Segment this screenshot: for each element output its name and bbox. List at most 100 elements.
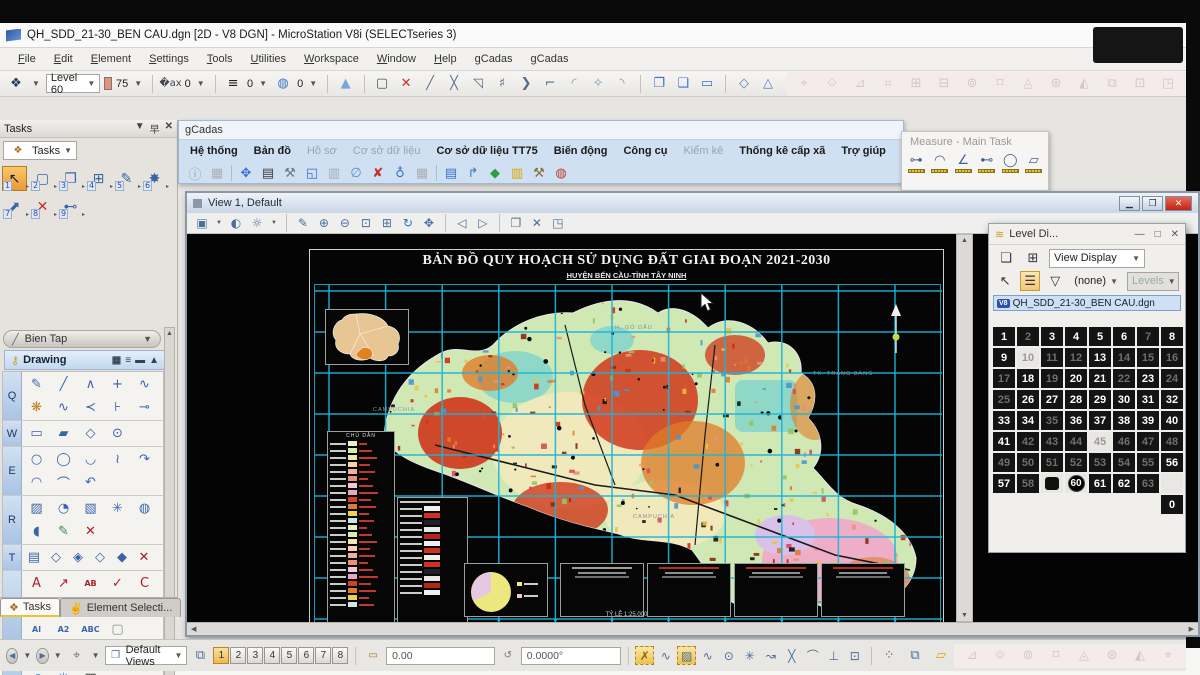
level-cell-40[interactable]: 40 (1161, 411, 1183, 430)
folder-icon[interactable]: ▤ (260, 163, 276, 183)
view-toggle-2[interactable]: 2 (230, 647, 246, 664)
tasks-close-icon[interactable]: ✕ (165, 121, 173, 136)
view-layout-icon[interactable]: ◳ (549, 214, 567, 232)
transparency-icon[interactable]: ◍ (273, 74, 293, 94)
menu-item-window[interactable]: Window (369, 51, 424, 67)
view-previous-icon[interactable]: ◁ (453, 214, 471, 232)
menu-item-utilities[interactable]: Utilities (243, 51, 294, 67)
hide-icon[interactable]: ∅ (348, 163, 364, 183)
tool-icon[interactable]: ∧ (77, 373, 104, 396)
level-cell-35[interactable]: 35 (1041, 411, 1063, 430)
info-icon[interactable]: ⓘ (187, 163, 203, 183)
columns-icon[interactable]: ▥ (326, 163, 342, 183)
style-dropdown[interactable]: ▼ (195, 79, 207, 88)
view-attributes-icon[interactable]: ▣ (193, 214, 211, 232)
forward-dropdown[interactable]: ▼ (52, 651, 64, 660)
users-icon[interactable]: ✥ (238, 163, 254, 183)
level-cell-26[interactable]: 26 (1017, 390, 1039, 409)
angle-field[interactable]: 0.0000° (521, 647, 621, 665)
tools-icon[interactable]: ⚒ (531, 163, 547, 183)
tool-icon[interactable]: ▭ (23, 422, 50, 445)
drawing-section-bar[interactable]: ⚷ Drawing ▦ ≡ ▬ ▲ (4, 350, 166, 370)
tool-icon[interactable]: ✓ (104, 572, 131, 595)
level-cell-empty[interactable] (1161, 474, 1183, 493)
bisector-snap-icon[interactable]: ↝ (761, 646, 780, 665)
brightness-icon[interactable]: ☼ (248, 214, 266, 232)
app-title-bar[interactable]: QH_SDD_21-30_BEN CAU.dgn [2D - V8 DGN] -… (0, 23, 1186, 48)
level-cell-3[interactable]: 3 (1041, 327, 1063, 346)
drawing-collapse-icon[interactable]: ▲ (149, 355, 159, 366)
columns-yellow-icon[interactable]: ▥ (509, 163, 525, 183)
nearest-snap-icon[interactable]: ∿ (656, 646, 675, 665)
fillet-icon[interactable]: ◜ (564, 74, 584, 94)
drop-element-tool[interactable]: ✸6 (142, 166, 167, 191)
tool-icon[interactable]: ≀ (104, 448, 131, 471)
level-cell-28[interactable]: 28 (1065, 390, 1087, 409)
tool-icon[interactable]: ◡ (77, 448, 104, 471)
active-element-template-icon[interactable]: ❖ (6, 74, 26, 94)
origin-snap-icon[interactable]: ✳ (740, 646, 759, 665)
bien-tap-collapse-icon[interactable]: ▼ (143, 334, 152, 344)
view-toggle-7[interactable]: 7 (315, 647, 331, 664)
level-cell-22[interactable]: 22 (1113, 369, 1135, 388)
level-cell-54[interactable]: 54 (1113, 453, 1135, 472)
zoom-out-icon[interactable]: ⊖ (336, 214, 354, 232)
tool-icon[interactable]: ✕ (77, 520, 104, 543)
tool-icon[interactable]: + (104, 373, 131, 396)
view-maximize-button[interactable]: ❐ (1142, 196, 1163, 211)
level-cell-18[interactable]: 18 (1017, 369, 1039, 388)
view-close-button[interactable]: ✕ (1165, 196, 1192, 211)
level-cell-25[interactable]: 25 (993, 390, 1015, 409)
array-icon[interactable]: △ (758, 74, 778, 94)
rotate-view-icon[interactable]: ↻ (399, 214, 417, 232)
tool-icon[interactable]: ❋ (23, 396, 50, 419)
view-toggle-3[interactable]: 3 (247, 647, 263, 664)
active-level-combo[interactable]: Level 60▼ (46, 74, 100, 93)
weight-dropdown[interactable]: ▼ (257, 79, 269, 88)
level-cell-60[interactable]: 60 (1065, 474, 1087, 493)
zoom-in-icon[interactable]: ⊕ (315, 214, 333, 232)
level-cell-13[interactable]: 13 (1089, 348, 1111, 367)
gcadas-menu-trợ-giúp[interactable]: Trợ giúp (834, 143, 892, 159)
filter-icon[interactable]: ▽ (1045, 271, 1065, 291)
tool-icon[interactable]: ◆ (111, 546, 133, 569)
menu-item-workspace[interactable]: Workspace (296, 51, 367, 67)
level-cell-16[interactable]: 16 (1161, 348, 1183, 367)
color-dropdown[interactable]: ▼ (132, 79, 144, 88)
measure-length-icon[interactable]: ⊷ (977, 154, 998, 173)
level-cell-39[interactable]: 39 (1137, 411, 1159, 430)
level-cell-8[interactable]: 8 (1161, 327, 1183, 346)
tool-icon[interactable]: ▰ (50, 422, 77, 445)
level-cell-48[interactable]: 48 (1161, 432, 1183, 451)
level-cell-41[interactable]: 41 (993, 432, 1015, 451)
view-group-combo[interactable]: ❐ Default Views▼ (105, 646, 188, 665)
tasks-combo[interactable]: ❖ Tasks▼ (3, 141, 77, 160)
level-cell-58[interactable]: 58 (1017, 474, 1039, 493)
gcadas-menu-hệ-thống[interactable]: Hệ thống (183, 143, 245, 159)
level-cell-9[interactable]: 9 (993, 348, 1015, 367)
filter-combo[interactable]: (none)▼ (1070, 272, 1122, 291)
level-cell-0[interactable]: 0 (1161, 495, 1183, 514)
display-mode-combo[interactable]: View Display▼ (1049, 249, 1145, 268)
tool-icon[interactable]: ◇ (45, 546, 67, 569)
level-cell-38[interactable]: 38 (1113, 411, 1135, 430)
point-through-snap-icon[interactable]: ⊡ (845, 646, 864, 665)
map-icon[interactable]: ◆ (487, 163, 503, 183)
tool-icon[interactable]: ↶ (77, 471, 104, 494)
move-element-icon[interactable]: ❏ (673, 74, 693, 94)
level-cell-19[interactable]: 19 (1041, 369, 1063, 388)
intersect-snap-icon[interactable]: ╳ (782, 646, 801, 665)
line-icon[interactable]: ╱ (420, 74, 440, 94)
measure-panel-title[interactable]: Measure - Main Task (902, 132, 1048, 152)
level-display-title-bar[interactable]: ≋ Level Di... — □ ✕ (989, 224, 1185, 245)
level-cell-56[interactable]: 56 (1161, 453, 1183, 472)
insert-vertex-icon[interactable]: ⌐ (540, 74, 560, 94)
window-icon[interactable]: ◱ (304, 163, 320, 183)
level-cell-27[interactable]: 27 (1041, 390, 1063, 409)
gcadas-menu-công-cụ[interactable]: Công cụ (616, 143, 674, 159)
tasks-dropdown-icon[interactable]: ▼ (135, 121, 145, 136)
level-cell-32[interactable]: 32 (1161, 390, 1183, 409)
forward-button[interactable]: ▶ (36, 648, 48, 664)
view-vertical-scrollbar[interactable]: ▲▼ (956, 234, 973, 622)
level-cell-24[interactable]: 24 (1161, 369, 1183, 388)
